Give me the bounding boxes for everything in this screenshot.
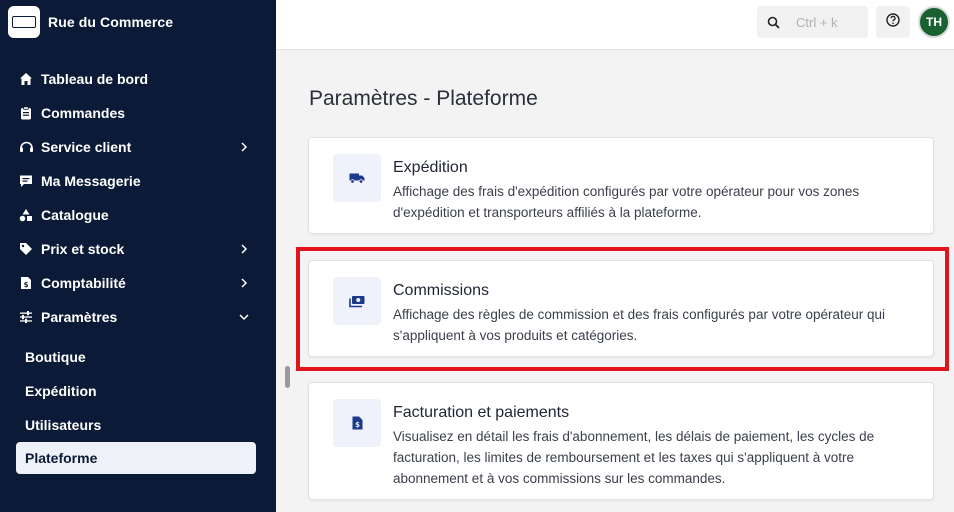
card-description: Affichage des frais d'expédition configu… (393, 184, 860, 220)
sidebar-item-label: Service client (41, 139, 132, 155)
search-input[interactable] (796, 14, 866, 30)
sidebar-item-ma-messagerie[interactable]: Ma Messagerie (0, 164, 276, 198)
sidebar-item-label: Commandes (41, 105, 126, 121)
sidebar-item-prix-et-stock[interactable]: Prix et stock (0, 232, 276, 266)
svg-text:$: $ (24, 281, 29, 289)
resize-handle[interactable] (285, 366, 290, 388)
card-description: Visualisez en détail les frais d'abonnem… (393, 429, 875, 486)
truck-icon (333, 154, 381, 202)
sidebar-nav: Tableau de bord Commandes Service client… (0, 62, 276, 474)
shapes-icon (18, 207, 34, 223)
card-title: Commissions (393, 282, 490, 299)
invoice-icon: $ (333, 399, 381, 447)
sidebar-item-tableau-de-bord[interactable]: Tableau de bord (0, 62, 276, 96)
tag-icon (18, 241, 34, 257)
brand[interactable]: Rue du Commerce (8, 6, 173, 38)
topbar: TH (276, 0, 954, 50)
sidebar-subitem-boutique[interactable]: Boutique (0, 340, 276, 374)
help-icon (886, 12, 900, 32)
svg-text:$: $ (355, 421, 360, 429)
sidebar-item-label: Comptabilité (41, 275, 126, 291)
sidebar-item-commandes[interactable]: Commandes (0, 96, 276, 130)
help-button[interactable] (876, 6, 910, 38)
chevron-right-icon (236, 275, 252, 291)
sidebar-item-label: Tableau de bord (41, 71, 149, 87)
card-facturation-et-paiements[interactable]: $ Facturation et paiements Visualisez en… (308, 382, 934, 500)
brand-name: Rue du Commerce (48, 14, 174, 30)
sidebar-item-service-client[interactable]: Service client (0, 130, 276, 164)
avatar[interactable]: TH (918, 6, 950, 38)
sidebar-item-comptabilite[interactable]: $ Comptabilité (0, 266, 276, 300)
search-box[interactable] (757, 6, 868, 38)
message-icon (18, 173, 34, 189)
sidebar-item-parametres[interactable]: Paramètres (0, 300, 276, 334)
headset-icon (18, 139, 34, 155)
search-icon (766, 15, 780, 29)
card-title: Facturation et paiements (393, 404, 570, 421)
sidebar-subitem-expedition[interactable]: Expédition (0, 374, 276, 408)
chevron-right-icon (236, 241, 252, 257)
sidebar-item-label: Ma Messagerie (41, 173, 141, 189)
chevron-right-icon (236, 139, 252, 155)
sidebar-subitem-utilisateurs[interactable]: Utilisateurs (0, 408, 276, 442)
sidebar-item-label: Paramètres (41, 309, 118, 325)
sidebar: Rue du Commerce Tableau de bord Commande… (0, 0, 276, 512)
money-icon (333, 277, 381, 325)
sliders-icon (18, 309, 34, 325)
page-title: Paramètres - Plateforme (309, 87, 538, 110)
invoice-icon: $ (18, 275, 34, 291)
home-icon (18, 71, 34, 87)
sidebar-item-label: Catalogue (41, 207, 109, 223)
brand-logo (8, 6, 40, 38)
card-title: Expédition (393, 159, 468, 176)
card-commissions[interactable]: Commissions Affichage des règles de comm… (308, 260, 934, 357)
sidebar-item-label: Prix et stock (41, 241, 125, 257)
card-expedition[interactable]: Expédition Affichage des frais d'expédit… (308, 137, 934, 234)
sidebar-item-catalogue[interactable]: Catalogue (0, 198, 276, 232)
clipboard-icon (18, 105, 34, 121)
sidebar-subitem-plateforme[interactable]: Plateforme (16, 442, 256, 474)
chevron-down-icon (236, 309, 252, 325)
card-description: Affichage des règles de commission et de… (393, 307, 886, 343)
